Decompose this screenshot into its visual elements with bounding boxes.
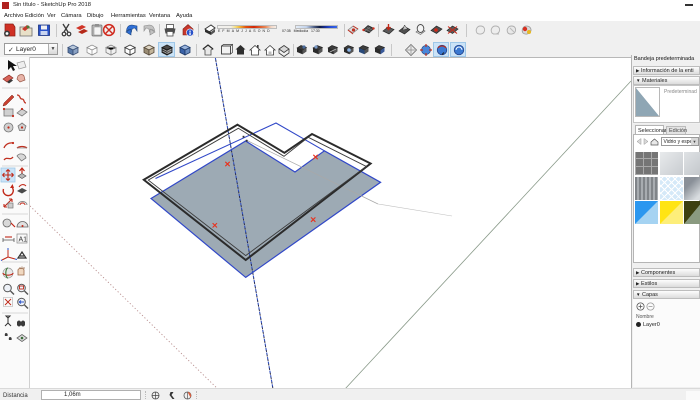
svg-text:A1: A1 xyxy=(19,237,28,244)
